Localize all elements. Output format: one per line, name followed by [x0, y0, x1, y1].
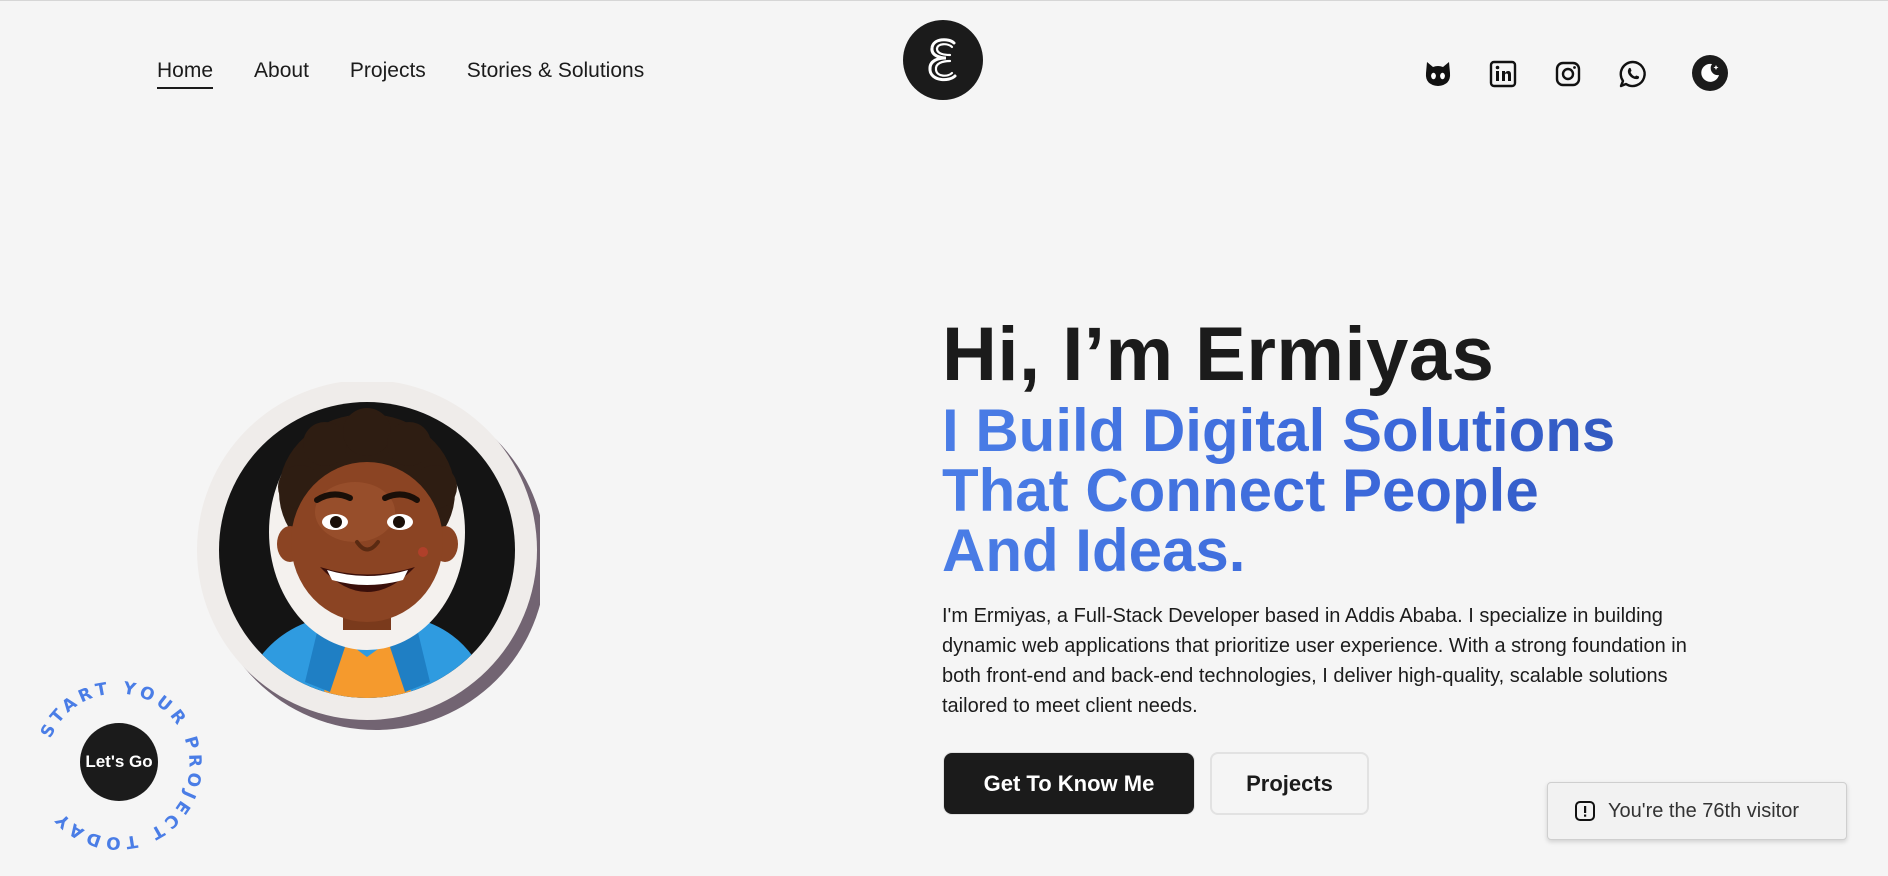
whatsapp-icon[interactable]: [1615, 56, 1651, 92]
hero-title: Hi, I’m Ermiyas: [942, 312, 1495, 397]
lets-go-button[interactable]: Let's Go: [80, 723, 158, 801]
get-to-know-me-button[interactable]: Get To Know Me: [944, 753, 1194, 814]
hero-subtitle-line: That Connect People: [942, 457, 1539, 524]
nav-projects[interactable]: Projects: [350, 59, 426, 89]
github-icon[interactable]: [1420, 56, 1456, 92]
hero-subtitle-line: I Build Digital Solutions: [942, 397, 1616, 464]
social-links: [1420, 56, 1651, 92]
visitor-counter: You're the 76th visitor: [1547, 782, 1847, 840]
nav-about[interactable]: About: [254, 59, 309, 89]
site-logo[interactable]: [903, 20, 983, 100]
avatar-illustration: [195, 380, 546, 732]
visitor-text: You're the 76th visitor: [1608, 799, 1799, 822]
logo-e-icon: [928, 38, 957, 82]
nav-home[interactable]: Home: [157, 59, 214, 89]
hero-description: I'm Ermiyas, a Full-Stack Developer base…: [942, 605, 1687, 717]
main-nav: Home About Projects Stories & Solutions: [157, 59, 644, 89]
theme-toggle-button[interactable]: [1692, 55, 1728, 91]
alert-icon: [1575, 801, 1595, 821]
projects-button[interactable]: Projects: [1210, 752, 1369, 815]
hero-subtitle: I Build Digital Solutions That Connect P…: [942, 401, 1742, 581]
nav-stories-solutions[interactable]: Stories & Solutions: [467, 59, 644, 89]
hero-subtitle-line: And Ideas.: [942, 517, 1246, 584]
moon-icon: [1701, 63, 1719, 82]
linkedin-icon[interactable]: [1485, 56, 1521, 92]
instagram-icon[interactable]: [1550, 56, 1586, 92]
